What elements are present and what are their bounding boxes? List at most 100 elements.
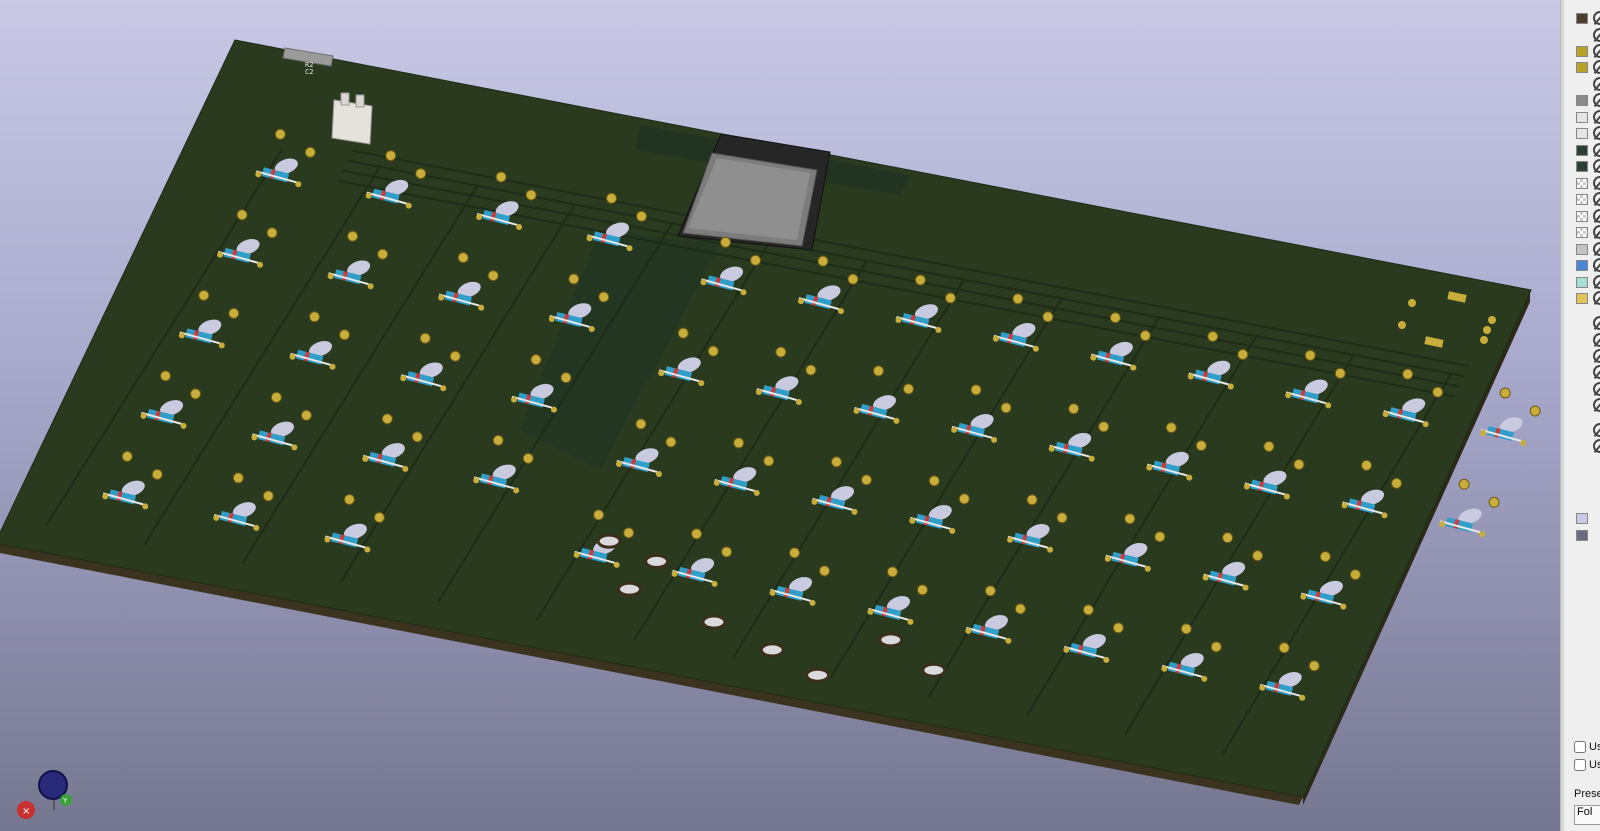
visibility-eye-icon[interactable]	[1593, 93, 1600, 107]
layer-color-swatch[interactable]	[1576, 227, 1588, 238]
visibility-eye-icon[interactable]	[1593, 242, 1600, 256]
visibility-eye-icon[interactable]	[1593, 192, 1600, 206]
layer-color-swatch[interactable]	[1576, 260, 1588, 271]
switch-pad	[860, 474, 872, 486]
layer-color-swatch[interactable]	[1576, 194, 1588, 205]
layer-color-swatch[interactable]	[1576, 178, 1588, 189]
visibility-eye-icon[interactable]	[1593, 316, 1600, 330]
switch-pad	[733, 437, 745, 449]
switch-pad	[339, 329, 351, 341]
switch-pad	[872, 365, 884, 377]
layer-row[interactable]	[1564, 175, 1600, 191]
layer-row[interactable]	[1564, 241, 1600, 257]
layer-row[interactable]	[1564, 59, 1600, 75]
layer-color-swatch[interactable]	[1576, 530, 1588, 541]
visibility-eye-icon[interactable]	[1593, 333, 1600, 347]
switch-pad	[228, 307, 240, 319]
layer-row[interactable]	[1564, 257, 1600, 273]
diode-pad	[217, 251, 224, 258]
layer-row[interactable]	[1564, 364, 1600, 380]
layer-row[interactable]	[1564, 348, 1600, 364]
layer-color-swatch[interactable]	[1576, 62, 1588, 73]
layer-color-swatch[interactable]	[1576, 277, 1588, 288]
visibility-eye-icon[interactable]	[1593, 77, 1600, 91]
diode-pad	[291, 444, 298, 451]
visibility-eye-icon[interactable]	[1593, 382, 1600, 396]
switch-pad	[411, 431, 423, 443]
mounting-hole	[701, 614, 727, 630]
layer-row[interactable]	[1564, 510, 1600, 526]
layer-row[interactable]	[1564, 381, 1600, 397]
visibility-eye-icon[interactable]	[1593, 225, 1600, 239]
diode-pad	[1300, 593, 1307, 600]
layer-row[interactable]	[1564, 224, 1600, 240]
layer-row[interactable]	[1564, 274, 1600, 290]
layer-color-swatch[interactable]	[1576, 161, 1588, 172]
layer-row[interactable]	[1564, 438, 1600, 454]
visibility-eye-icon[interactable]	[1593, 423, 1600, 437]
visibility-eye-icon[interactable]	[1593, 176, 1600, 190]
3d-viewport[interactable]: R2 C2 × Y	[0, 0, 1560, 831]
diode-pad	[364, 546, 371, 553]
layer-row[interactable]	[1564, 191, 1600, 207]
visibility-eye-icon[interactable]	[1593, 60, 1600, 74]
layer-color-swatch[interactable]	[1576, 13, 1588, 24]
visibility-eye-icon[interactable]	[1593, 110, 1600, 124]
diode-pad	[626, 245, 633, 252]
diode-pad	[809, 599, 816, 606]
layer-row[interactable]	[1564, 290, 1600, 306]
switch-pad	[300, 409, 312, 421]
layer-row[interactable]	[1564, 142, 1600, 158]
visibility-eye-icon[interactable]	[1593, 258, 1600, 272]
diode-pad	[573, 551, 580, 558]
visibility-eye-icon[interactable]	[1593, 291, 1600, 305]
layer-color-swatch[interactable]	[1576, 513, 1588, 524]
layer-row[interactable]	[1564, 208, 1600, 224]
layer-row[interactable]	[1564, 43, 1600, 59]
layer-row[interactable]	[1564, 315, 1600, 331]
option-checkbox-1[interactable]	[1574, 741, 1586, 754]
visibility-eye-icon[interactable]	[1593, 126, 1600, 140]
layer-row[interactable]	[1564, 397, 1600, 413]
layer-row[interactable]	[1564, 10, 1600, 26]
visibility-eye-icon[interactable]	[1593, 365, 1600, 379]
layer-row[interactable]	[1564, 125, 1600, 141]
layer-color-swatch[interactable]	[1576, 145, 1588, 156]
layer-color-swatch[interactable]	[1576, 112, 1588, 123]
layer-row[interactable]	[1564, 27, 1600, 43]
visibility-eye-icon[interactable]	[1593, 143, 1600, 157]
layer-color-swatch[interactable]	[1576, 244, 1588, 255]
layer-row[interactable]	[1564, 527, 1600, 543]
layer-color-swatch[interactable]	[1576, 46, 1588, 57]
option-checkbox-2[interactable]	[1574, 759, 1586, 772]
layer-color-swatch[interactable]	[1576, 293, 1588, 304]
visibility-eye-icon[interactable]	[1593, 44, 1600, 58]
visibility-eye-icon[interactable]	[1593, 398, 1600, 412]
layer-color-swatch[interactable]	[1576, 95, 1588, 106]
pcb-3d-render[interactable]: R2 C2	[0, 0, 1560, 831]
layer-row[interactable]	[1564, 422, 1600, 438]
visibility-eye-icon[interactable]	[1593, 159, 1600, 173]
layer-color-swatch[interactable]	[1576, 211, 1588, 222]
visibility-eye-icon[interactable]	[1593, 209, 1600, 223]
mounting-hole	[759, 642, 785, 658]
visibility-eye-icon[interactable]	[1593, 349, 1600, 363]
visibility-eye-icon[interactable]	[1593, 11, 1600, 25]
layer-row[interactable]	[1564, 158, 1600, 174]
layer-row[interactable]	[1564, 332, 1600, 348]
diode-pad	[837, 308, 844, 315]
diode-pad	[102, 493, 109, 500]
layer-row[interactable]	[1564, 92, 1600, 108]
layer-color-swatch[interactable]	[1576, 128, 1588, 139]
switch-pad	[1308, 660, 1320, 672]
visibility-eye-icon[interactable]	[1593, 439, 1600, 453]
layer-row[interactable]	[1564, 109, 1600, 125]
layer-row[interactable]	[1564, 76, 1600, 92]
preset-label: Preset	[1574, 788, 1600, 800]
preset-dropdown[interactable]: Fol	[1574, 805, 1600, 825]
visibility-eye-icon[interactable]	[1593, 28, 1600, 42]
switch-pad	[1319, 551, 1331, 563]
diode-pad	[615, 460, 622, 467]
visibility-eye-icon[interactable]	[1593, 275, 1600, 289]
diode-pad	[1005, 637, 1012, 644]
